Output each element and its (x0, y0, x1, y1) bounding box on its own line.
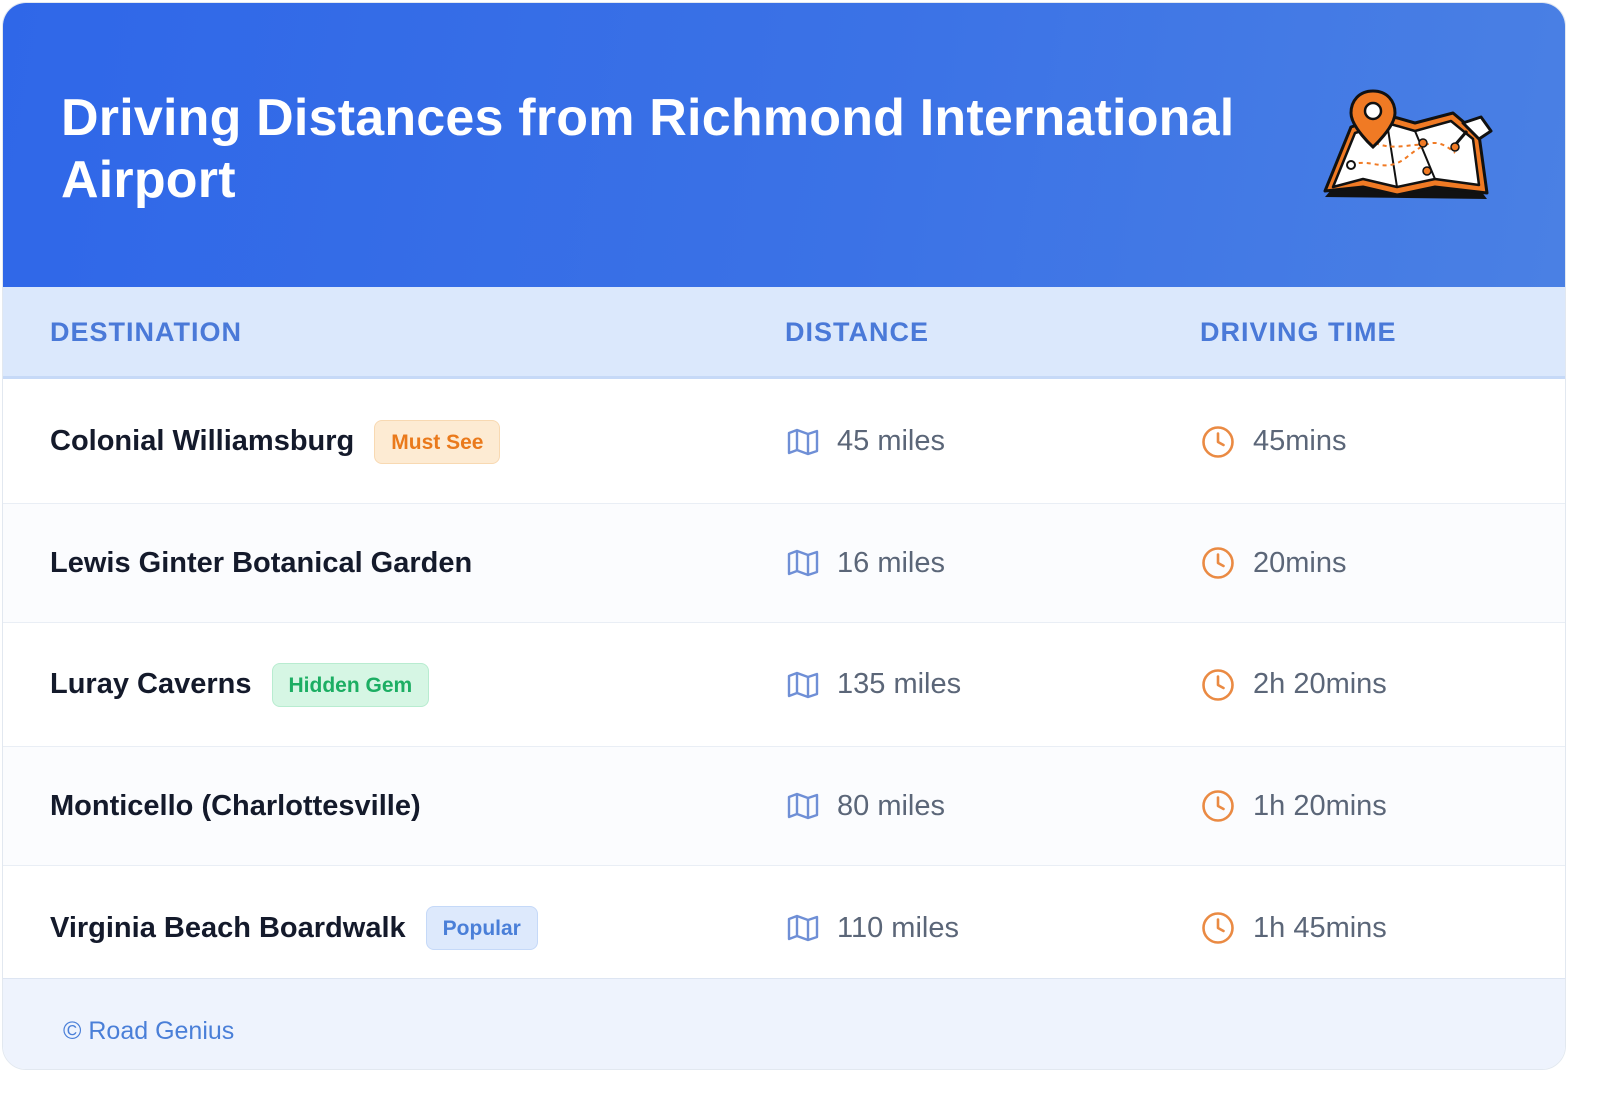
destination-cell: Colonial Williamsburg Must See (50, 380, 501, 503)
status-badge: Must See (374, 419, 501, 464)
time-cell: 1h 20mins (1201, 747, 1387, 865)
distance-value: 110 miles (837, 911, 959, 944)
destination-name: Lewis Ginter Botanical Garden (50, 546, 473, 579)
destination-cell: Luray Caverns Hidden Gem (50, 623, 430, 746)
destination-name: Monticello (Charlottesville) (50, 789, 421, 822)
table-header: DESTINATION DISTANCE DRIVING TIME (3, 287, 1565, 379)
time-value: 20mins (1253, 546, 1347, 579)
card-header: Driving Distances from Richmond Internat… (3, 3, 1565, 287)
destination-name: Luray Caverns (50, 668, 252, 700)
map-icon (787, 792, 819, 820)
distance-value: 16 miles (837, 546, 945, 579)
card-footer: © Road Genius (3, 978, 1565, 1069)
table-row: Lewis Ginter Botanical Garden 16 miles 2… (3, 504, 1565, 623)
time-value: 2h 20mins (1253, 668, 1387, 700)
distance-cell: 16 miles (787, 504, 945, 622)
distance-value: 135 miles (837, 668, 962, 700)
clock-icon (1202, 912, 1234, 944)
time-value: 1h 20mins (1253, 789, 1387, 822)
clock-icon (1202, 425, 1234, 458)
clock-icon (1202, 547, 1234, 579)
status-badge: Hidden Gem (271, 662, 430, 707)
clock-icon (1202, 790, 1234, 822)
table-row: Virginia Beach Boardwalk Popular 110 mil… (3, 866, 1565, 990)
map-icon (787, 671, 819, 698)
map-icon (787, 549, 819, 577)
table-body: Colonial Williamsburg Must See 45 miles … (3, 380, 1565, 990)
time-cell: 2h 20mins (1201, 623, 1387, 746)
distance-value: 45 miles (837, 425, 945, 457)
distance-card: Driving Distances from Richmond Internat… (2, 2, 1566, 1070)
time-cell: 45mins (1201, 380, 1347, 503)
destination-name: Colonial Williamsburg (50, 425, 355, 457)
status-badge: Popular (425, 906, 538, 950)
distance-cell: 45 miles (787, 380, 945, 503)
column-header-distance: DISTANCE (785, 317, 930, 347)
map-icon (787, 428, 819, 455)
destination-cell: Monticello (Charlottesville) (50, 747, 421, 865)
distance-cell: 135 miles (787, 623, 961, 746)
time-value: 1h 45mins (1253, 911, 1387, 944)
column-header-destination: DESTINATION (50, 317, 242, 347)
distance-cell: 80 miles (787, 747, 945, 865)
clock-icon (1202, 668, 1234, 701)
destination-name: Virginia Beach Boardwalk (50, 911, 406, 944)
destination-cell: Lewis Ginter Botanical Garden (50, 504, 472, 622)
time-cell: 1h 45mins (1201, 866, 1387, 990)
column-header-driving-time: DRIVING TIME (1200, 317, 1397, 347)
destination-cell: Virginia Beach Boardwalk Popular (50, 866, 538, 990)
distance-cell: 110 miles (787, 866, 959, 990)
distance-value: 80 miles (837, 789, 945, 822)
table-row: Colonial Williamsburg Must See 45 miles … (3, 380, 1565, 504)
page-title: Driving Distances from Richmond Internat… (61, 89, 1235, 209)
map-icon (787, 914, 819, 942)
time-cell: 20mins (1201, 504, 1347, 622)
copyright-text: © Road Genius (63, 1017, 235, 1045)
table-row: Luray Caverns Hidden Gem 135 miles 2h 20… (3, 623, 1565, 747)
map-with-pins-icon (1323, 89, 1493, 199)
time-value: 45mins (1253, 425, 1347, 457)
table-row: Monticello (Charlottesville) 80 miles 1h… (3, 747, 1565, 866)
